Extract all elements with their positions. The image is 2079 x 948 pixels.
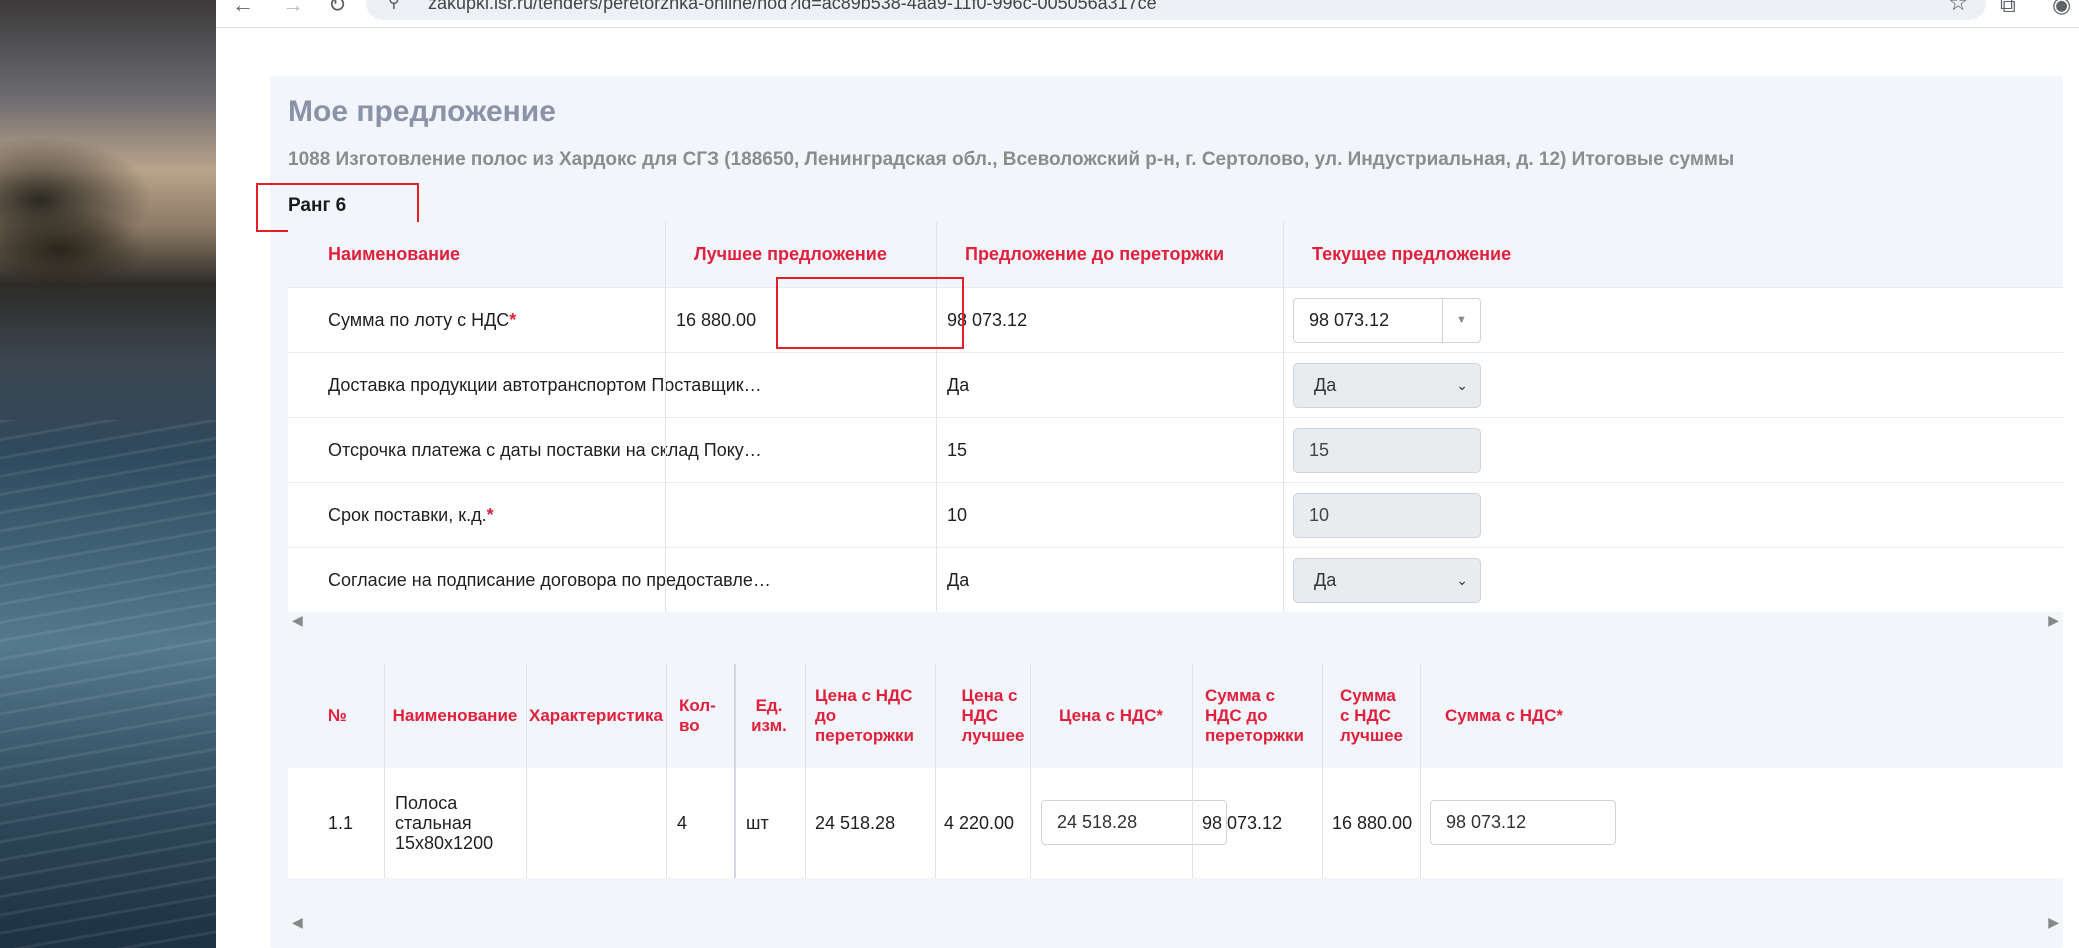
header-sum: Сумма с НДС * [1444,706,1564,725]
header-name: Наименование [328,244,461,264]
column-divider [734,664,736,878]
header-sum-before: Сумма с НДС до переторжки [1205,686,1304,745]
reload-icon[interactable]: ↻ [328,0,346,18]
items-table: № Наименование Характеристика Кол-во Ед.… [288,664,2063,878]
column-divider [1420,664,1421,878]
table-row: Доставка продукции автотранспортом Поста… [288,352,2063,417]
row-best: 16 880.00 [676,310,757,330]
extensions-icon[interactable]: ⧉ [2000,0,2016,18]
column-divider [1030,664,1031,878]
table-row: Отсрочка платежа с даты поставки на скла… [288,417,2063,482]
column-divider [1283,222,1284,612]
wallpaper-waves [0,420,216,948]
header-num: № [328,706,347,725]
scroll-left-icon[interactable]: ◀ [292,914,303,931]
header-name: Наименование [392,706,518,725]
cell-name: Полоса стальная 15х80х1200 [395,793,494,853]
payment-deferral-field: 15 [1293,428,1481,473]
header-before: Предложение до переторжки [965,244,1225,264]
forward-icon[interactable]: → [282,0,304,18]
header-price-best: Цена с НДС лучшее [961,686,1025,745]
table-row: Срок поставки, к.д.* 10 10 [288,482,2063,547]
offer-panel: Мое предложение 1088 Изготовление полос … [256,76,2063,948]
chevron-down-icon: ⌄ [1456,572,1468,588]
rank-label: Ранг 6 [288,195,347,216]
header-characteristic: Характеристика [529,706,663,725]
url-text: zakupki.lsr.ru/tenders/peretorzhka-onlin… [428,0,1157,13]
bookmark-star-icon[interactable]: ☆ [1948,0,1968,20]
column-divider [805,664,806,878]
column-divider [1192,664,1193,878]
header-unit: Ед. изм. [751,696,787,735]
row-name: Согласие на подписание договора по предо… [328,570,771,590]
best-offer-highlight-box [776,277,964,349]
table-row: Согласие на подписание договора по предо… [288,547,2063,612]
sum-input[interactable]: 98 073.12 [1430,800,1616,845]
delivery-term-field: 10 [1293,493,1481,538]
browser-toolbar: ← → ↻ ⚲ zakupki.lsr.ru/tenders/peretorzh… [216,0,2079,28]
header-price-before: Цена с НДС до переторжки [815,686,914,745]
cell-qty: 4 [677,813,688,833]
table-row: 1.1 Полоса стальная 15х80х1200 4 шт 24 5… [288,768,2063,878]
row-name: Сумма по лоту с НДС* [328,310,517,330]
items-table-scrollbar[interactable]: ◀ ▶ [288,914,2063,936]
items-table-header: № Наименование Характеристика Кол-во Ед.… [288,664,2063,768]
cell-num: 1.1 [328,813,354,833]
row-name: Срок поставки, к.д.* [328,505,494,525]
current-sum-combobox[interactable]: 98 073.12 ▼ [1293,298,1481,343]
site-info-icon[interactable]: ⚲ [388,0,400,20]
row-before: Да [947,375,970,395]
cell-unit: шт [746,813,769,833]
cell-price-before: 24 518.28 [815,813,896,833]
page-title: Мое предложение [288,95,556,128]
scroll-left-icon[interactable]: ◀ [292,612,303,629]
browser-window: ← → ↻ ⚲ zakupki.lsr.ru/tenders/peretorzh… [216,0,2079,948]
back-icon[interactable]: ← [232,0,254,18]
delivery-select[interactable]: Да ⌄ [1293,363,1481,408]
header-price: Цена с НДС * [1059,706,1163,725]
cell-sum-best: 16 880.00 [1332,813,1413,833]
contract-consent-select[interactable]: Да ⌄ [1293,558,1481,603]
table-row: Сумма по лоту с НДС* 16 880.00 98 073.12… [288,287,2063,352]
price-input[interactable]: 24 518.28 [1041,800,1227,845]
row-name: Доставка продукции автотранспортом Поста… [328,375,762,395]
row-before: 10 [947,505,968,525]
row-before: 15 [947,440,968,460]
desktop-wallpaper [0,0,216,948]
column-divider [666,664,667,878]
header-sum-best: Сумма с НДС лучшее [1340,686,1403,745]
address-bar[interactable]: ⚲ zakupki.lsr.ru/tenders/peretorzhka-onl… [366,0,1986,20]
column-divider [526,664,527,878]
cell-price-best: 4 220.00 [944,813,1015,833]
row-before: Да [947,570,970,590]
column-divider [384,664,385,878]
header-current: Текущее предложение [1312,244,1512,264]
header-qty: Кол-во [679,696,716,735]
scroll-right-icon[interactable]: ▶ [2048,612,2059,629]
tender-subtitle: 1088 Изготовление полос из Хардокс для С… [288,149,1735,170]
summary-table-header: Наименование Лучшее предложение Предложе… [288,222,2063,287]
cell-sum-before: 98 073.12 [1202,813,1283,833]
column-divider [1322,664,1323,878]
chevron-down-icon: ⌄ [1456,377,1468,393]
profile-icon[interactable]: ◉ [2052,0,2071,18]
scroll-right-icon[interactable]: ▶ [2048,914,2059,931]
combobox-arrow-icon[interactable]: ▼ [1442,299,1480,342]
summary-table-scrollbar[interactable]: ◀ ▶ [288,612,2063,634]
row-name: Отсрочка платежа с даты поставки на скла… [328,440,762,460]
column-divider [935,664,936,878]
column-divider [665,222,666,612]
